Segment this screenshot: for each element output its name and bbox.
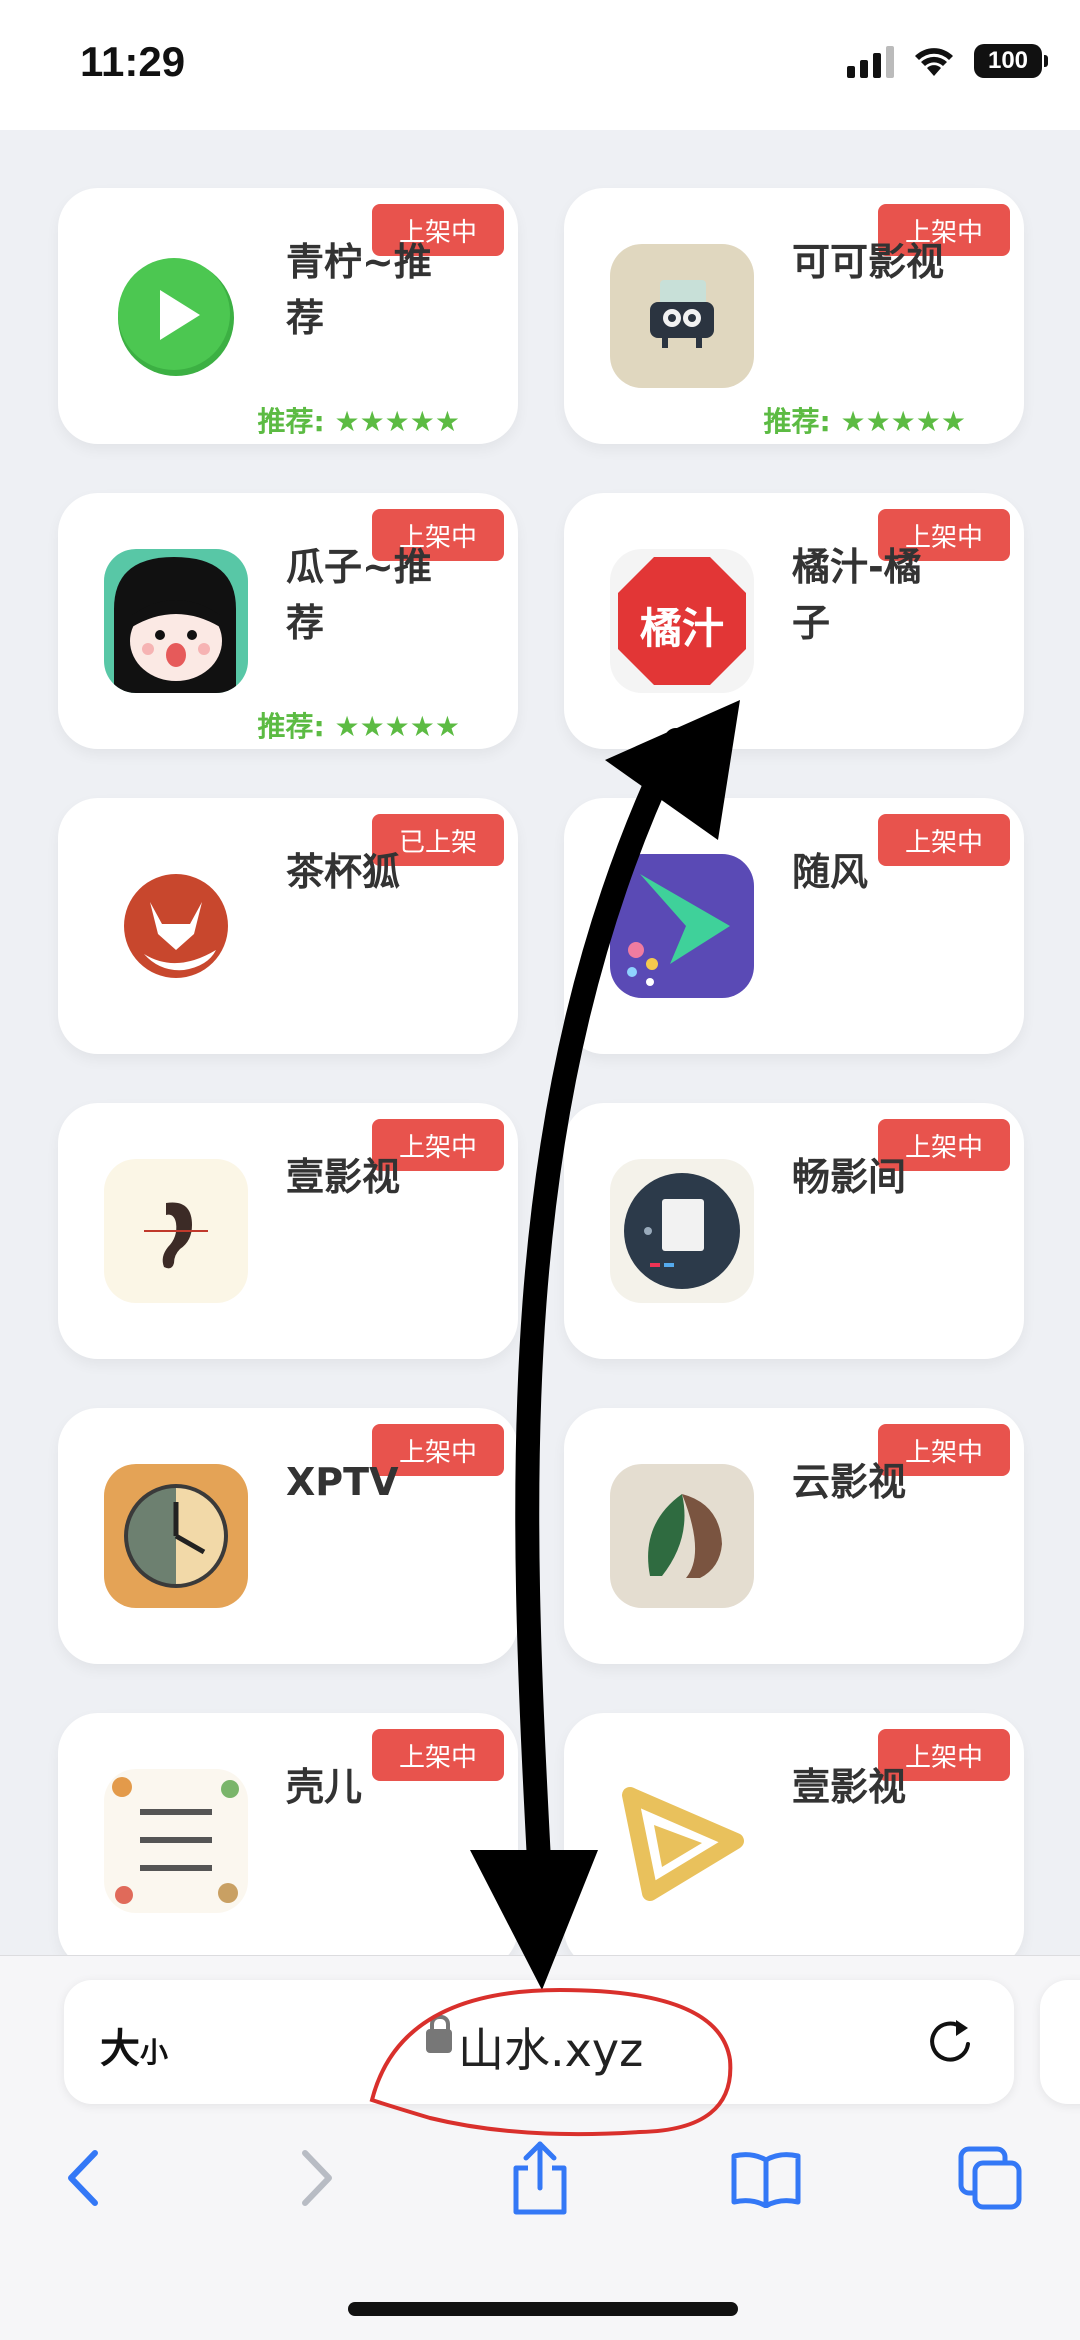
clock-icon <box>104 1464 248 1608</box>
book-icon <box>731 2152 801 2208</box>
status-time: 11:29 <box>80 38 186 85</box>
text-size-small: 小 <box>140 2036 169 2069</box>
address-bar[interactable]: 大小 山水.xyz <box>64 1980 1014 2104</box>
ear-icon <box>104 1159 248 1303</box>
url-text[interactable]: 山水.xyz <box>422 2014 643 2080</box>
text-size-label: 大 <box>100 2026 140 2072</box>
fox-icon <box>104 854 248 998</box>
app-card[interactable]: 上架中 壹影视 <box>564 1713 1024 1960</box>
chevron-left-icon <box>68 2150 98 2206</box>
app-name: XPTV <box>286 1460 399 1504</box>
rating: 推荐: ★★★★★ <box>763 405 966 438</box>
icon-text: 橘汁 <box>639 604 724 653</box>
text-size-button[interactable]: 大小 <box>100 2016 168 2074</box>
app-grid: 上架中 青柠~推荐 推荐: ★★★★★ 上架中 可可影视 推荐: ★★★★★ 上… <box>0 130 1080 1960</box>
app-card[interactable]: 上架中 XPTV <box>58 1408 518 1664</box>
dark-screen-icon <box>610 1159 754 1303</box>
battery-icon: 100 <box>974 44 1048 78</box>
app-name: 瓜子~推荐 <box>286 545 432 645</box>
app-name: 随风 <box>792 850 869 894</box>
app-name: 壹影视 <box>792 1765 907 1809</box>
retro-tv-icon <box>610 244 754 388</box>
rating: 推荐: ★★★★★ <box>257 710 460 743</box>
app-name: 壹影视 <box>286 1155 401 1199</box>
math-doodle-icon <box>104 1769 248 1913</box>
cartoon-girl-icon <box>104 549 248 693</box>
status-bar: 11:29 100 <box>0 0 1080 130</box>
browser-toolbar <box>0 2126 1080 2236</box>
share-button[interactable] <box>500 2138 580 2218</box>
purple-play-icon <box>610 854 754 998</box>
app-card[interactable]: 上架中 壹影视 <box>58 1103 518 1359</box>
app-card[interactable]: 上架中 畅影间 <box>564 1103 1024 1359</box>
rating: 推荐: ★★★★★ <box>257 405 460 438</box>
app-card[interactable]: 上架中 可可影视 推荐: ★★★★★ <box>564 188 1024 444</box>
tabs-icon <box>958 2146 1022 2210</box>
app-card[interactable]: 上架中 瓜子~推荐 推荐: ★★★★★ <box>58 493 518 749</box>
app-card[interactable]: 上架中 青柠~推荐 推荐: ★★★★★ <box>58 188 518 444</box>
app-card[interactable]: 上架中 云影视 <box>564 1408 1024 1664</box>
wifi-icon <box>915 48 953 76</box>
leaf-lion-icon <box>610 1464 754 1608</box>
forward-button[interactable] <box>276 2138 356 2218</box>
back-button[interactable] <box>44 2138 124 2218</box>
next-tab-peek[interactable] <box>1040 1980 1080 2104</box>
juzhi-stop-sign-icon: 橘汁 <box>610 549 754 693</box>
status-icons: 100 <box>847 44 1048 78</box>
tabs-button[interactable] <box>950 2138 1030 2218</box>
app-name: 畅影间 <box>792 1155 907 1199</box>
cellular-signal-icon <box>847 44 894 78</box>
app-name: 橘汁-橘子 <box>792 545 922 645</box>
app-card[interactable]: 上架中 随风 <box>564 798 1024 1054</box>
app-card[interactable]: 上架中 橘汁 橘汁-橘子 <box>564 493 1024 749</box>
app-name: 壳儿 <box>286 1765 363 1809</box>
app-name: 茶杯狐 <box>286 850 401 894</box>
app-card[interactable]: 上架中 壳儿 <box>58 1713 518 1960</box>
share-icon <box>513 2141 567 2215</box>
app-name: 云影视 <box>792 1460 907 1504</box>
app-card[interactable]: 已上架 茶杯狐 <box>58 798 518 1054</box>
home-indicator <box>348 2302 738 2316</box>
green-play-icon <box>104 244 248 388</box>
app-name: 青柠~推荐 <box>286 240 432 340</box>
film-triangle-icon <box>610 1769 754 1913</box>
chevron-right-icon <box>302 2150 332 2206</box>
reload-icon[interactable] <box>922 2014 978 2070</box>
browser-bottom-bar: 大小 山水.xyz <box>0 1955 1080 2340</box>
app-name: 可可影视 <box>792 240 945 284</box>
bookmarks-button[interactable] <box>726 2138 806 2218</box>
